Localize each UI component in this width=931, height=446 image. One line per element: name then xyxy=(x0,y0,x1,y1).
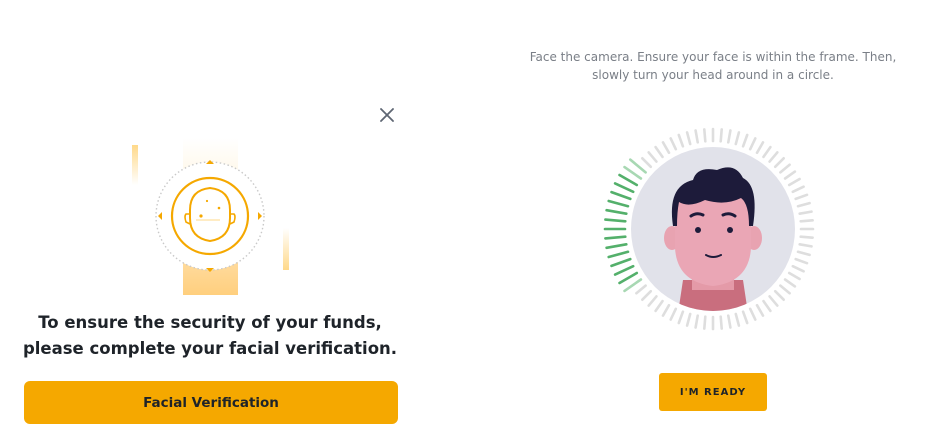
progress-tick xyxy=(613,264,635,276)
progress-tick xyxy=(703,315,707,330)
close-button[interactable] xyxy=(376,104,398,126)
progress-tick xyxy=(762,145,772,159)
progress-tick xyxy=(661,303,671,317)
progress-tick xyxy=(703,128,707,143)
progress-tick xyxy=(640,156,653,169)
progress-tick xyxy=(762,299,772,313)
progress-tick xyxy=(647,295,658,307)
im-ready-button[interactable]: I'M READY xyxy=(659,373,767,411)
progress-tick xyxy=(741,133,749,148)
progress-tick xyxy=(734,131,741,146)
progress-tick xyxy=(794,193,809,201)
progress-tick xyxy=(623,165,643,180)
progress-tick xyxy=(669,307,678,321)
progress-tick xyxy=(787,271,801,281)
verification-modal: To ensure the security of your funds, pl… xyxy=(0,0,420,446)
progress-tick xyxy=(618,173,639,187)
progress-tick xyxy=(799,219,814,223)
progress-tick xyxy=(694,129,699,144)
progress-tick xyxy=(604,218,627,223)
camera-instructions-text: Face the camera. Ensure your face is wit… xyxy=(529,50,897,82)
progress-tick xyxy=(768,151,779,163)
progress-tick xyxy=(685,131,692,146)
progress-tick xyxy=(773,289,785,301)
progress-tick xyxy=(734,312,741,327)
verification-headline: To ensure the security of your funds, pl… xyxy=(22,313,398,358)
progress-tick xyxy=(604,235,627,240)
progress-tick xyxy=(694,314,699,329)
progress-tick xyxy=(755,303,765,317)
progress-tick xyxy=(798,243,813,248)
progress-tick xyxy=(798,210,813,215)
progress-tick xyxy=(748,137,757,151)
face-scan-icon xyxy=(132,138,289,295)
progress-tick xyxy=(779,163,791,174)
progress-tick xyxy=(623,278,643,293)
progress-tick xyxy=(787,177,801,187)
face-scan-dial xyxy=(593,120,833,344)
progress-tick xyxy=(791,264,805,273)
progress-tick xyxy=(654,299,664,313)
progress-tick xyxy=(618,271,639,285)
progress-tick xyxy=(794,257,809,265)
progress-tick xyxy=(605,208,628,215)
facial-verification-button[interactable]: Facial Verification xyxy=(24,381,398,424)
close-icon xyxy=(380,108,394,122)
camera-instructions-panel: Face the camera. Ensure your face is wit… xyxy=(500,0,931,446)
progress-tick xyxy=(799,235,814,239)
progress-tick xyxy=(741,310,749,325)
progress-tick xyxy=(677,310,685,325)
progress-tick xyxy=(607,250,630,259)
progress-tick xyxy=(796,201,811,208)
progress-tick xyxy=(685,312,692,327)
progress-tick xyxy=(748,307,757,321)
progress-tick xyxy=(669,137,678,151)
progress-tick xyxy=(768,295,779,307)
progress-tick xyxy=(654,145,664,159)
progress-tick xyxy=(796,250,811,257)
progress-tick xyxy=(647,151,658,163)
progress-tick xyxy=(635,284,647,295)
progress-tick xyxy=(727,129,732,144)
progress-tick xyxy=(783,278,797,288)
face-avatar-icon xyxy=(603,127,815,331)
progress-tick xyxy=(727,314,732,329)
face-scan-illustration xyxy=(120,130,300,300)
progress-tick xyxy=(613,182,635,194)
progress-tick xyxy=(773,156,785,169)
progress-tick xyxy=(677,133,685,148)
progress-tick xyxy=(719,128,723,143)
progress-tick xyxy=(605,243,628,250)
progress-tick xyxy=(628,158,647,174)
progress-tick xyxy=(783,170,797,180)
progress-tick xyxy=(640,289,653,301)
progress-tick xyxy=(755,141,765,155)
progress-tick xyxy=(791,185,805,194)
progress-tick xyxy=(779,284,791,295)
progress-tick xyxy=(607,199,630,208)
progress-tick xyxy=(661,141,671,155)
progress-tick xyxy=(610,190,632,201)
progress-tick xyxy=(610,257,632,268)
progress-tick xyxy=(719,315,723,330)
